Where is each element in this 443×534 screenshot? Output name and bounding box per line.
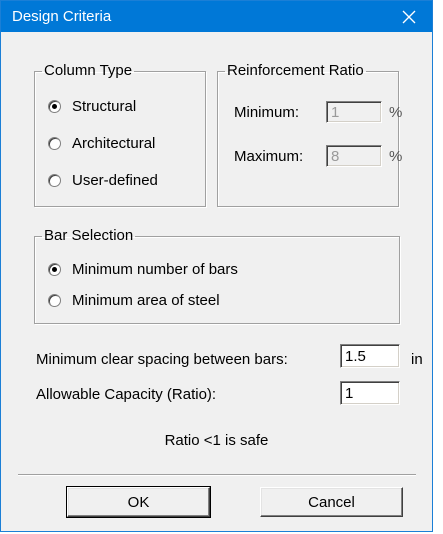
spacing-unit: in xyxy=(411,351,423,368)
dialog-title: Design Criteria xyxy=(12,8,112,25)
radio-button[interactable] xyxy=(48,293,61,307)
column-type-legend: Column Type xyxy=(44,62,133,79)
radio-label-architectural: Architectural xyxy=(72,134,156,152)
radio-button[interactable] xyxy=(48,262,61,276)
radio-label-user-defined: User-defined xyxy=(72,171,158,189)
reinforcement-ratio-legend: Reinforcement Ratio xyxy=(227,62,364,79)
bar-selection-legend: Bar Selection xyxy=(44,227,134,244)
radio-label-min-bars: Minimum number of bars xyxy=(72,260,238,278)
ok-button[interactable]: OK xyxy=(66,486,211,518)
title-bar[interactable]: Design Criteria xyxy=(1,1,432,32)
radio-label-structural: Structural xyxy=(72,97,137,115)
capacity-field[interactable] xyxy=(340,381,400,405)
minimum-ratio-label: Minimum: xyxy=(234,104,300,121)
reinforcement-ratio-group: Reinforcement Ratio xyxy=(217,63,399,207)
minimum-ratio-unit: % xyxy=(389,104,403,121)
radio-label-min-area: Minimum area of steel xyxy=(72,291,220,309)
radio-user-defined[interactable]: User-defined xyxy=(48,170,158,190)
radio-structural[interactable]: Structural xyxy=(48,96,136,116)
capacity-label: Allowable Capacity (Ratio): xyxy=(36,386,217,403)
spacing-field[interactable] xyxy=(340,344,400,368)
maximum-ratio-label: Maximum: xyxy=(234,148,304,165)
spacing-label: Minimum clear spacing between bars: xyxy=(36,351,288,368)
design-criteria-dialog: Design Criteria Column Type Structural A… xyxy=(0,0,433,532)
button-separator xyxy=(18,474,416,476)
radio-architectural[interactable]: Architectural xyxy=(48,133,155,153)
radio-button[interactable] xyxy=(48,99,61,113)
maximum-ratio-unit: % xyxy=(389,148,403,165)
radio-minimum-number-of-bars[interactable]: Minimum number of bars xyxy=(48,259,238,279)
safety-note: Ratio <1 is safe xyxy=(164,432,269,449)
maximum-ratio-field[interactable] xyxy=(326,145,382,167)
close-icon xyxy=(402,10,416,23)
radio-minimum-area-of-steel[interactable]: Minimum area of steel xyxy=(48,290,220,310)
cancel-button[interactable]: Cancel xyxy=(260,487,403,517)
radio-button[interactable] xyxy=(48,136,61,150)
close-button[interactable] xyxy=(386,1,432,32)
radio-button[interactable] xyxy=(48,173,61,187)
minimum-ratio-field[interactable] xyxy=(326,101,382,123)
